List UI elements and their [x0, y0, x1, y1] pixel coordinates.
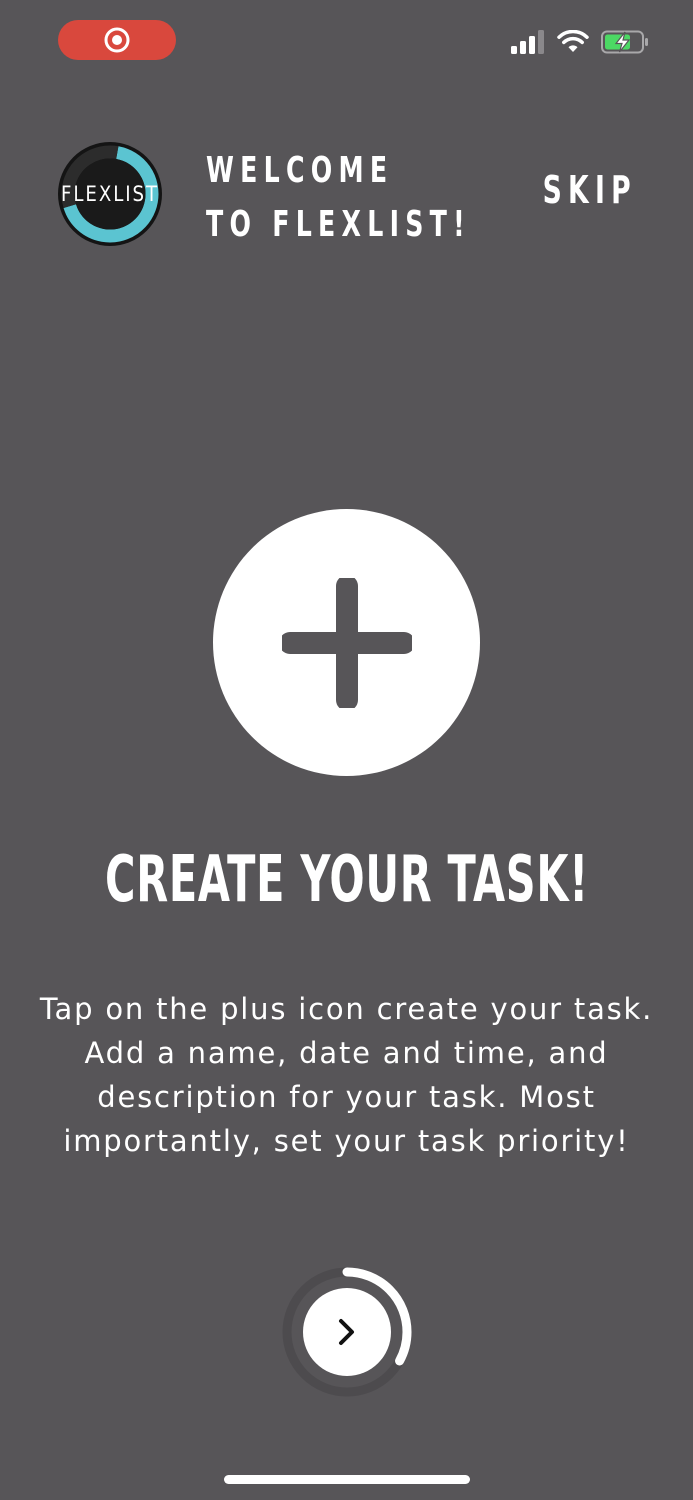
wifi-icon: [557, 30, 589, 52]
chevron-right-icon: [339, 1319, 354, 1345]
battery-charging-icon: [601, 30, 648, 54]
welcome-heading: WELCOME TO FLEXLIST!: [206, 144, 471, 252]
page-title-text: CREATE YOUR TASK!: [104, 843, 589, 917]
status-bar: [0, 0, 693, 80]
home-indicator[interactable]: [224, 1475, 470, 1484]
welcome-line-2: TO FLEXLIST!: [206, 204, 471, 245]
plus-icon: [281, 577, 412, 708]
logo-text: FLEXLIST: [61, 182, 159, 206]
create-task-button[interactable]: [213, 509, 480, 776]
header: FLEXLIST WELCOME TO FLEXLIST! SKIP: [0, 130, 693, 260]
onboarding-progress: [280, 1265, 414, 1399]
cellular-signal-icon: [511, 30, 544, 54]
screen-recording-indicator[interactable]: [58, 20, 176, 60]
status-icons: [511, 30, 649, 54]
next-button[interactable]: [303, 1288, 391, 1376]
onboarding-description: Tap on the plus icon create your task. A…: [39, 992, 654, 1158]
screen-record-icon: [104, 27, 130, 53]
skip-button[interactable]: SKIP: [543, 168, 637, 212]
page-title: CREATE YOUR TASK!: [0, 840, 693, 920]
welcome-line-1: WELCOME: [206, 150, 394, 191]
flexlist-logo: FLEXLIST: [56, 140, 164, 252]
